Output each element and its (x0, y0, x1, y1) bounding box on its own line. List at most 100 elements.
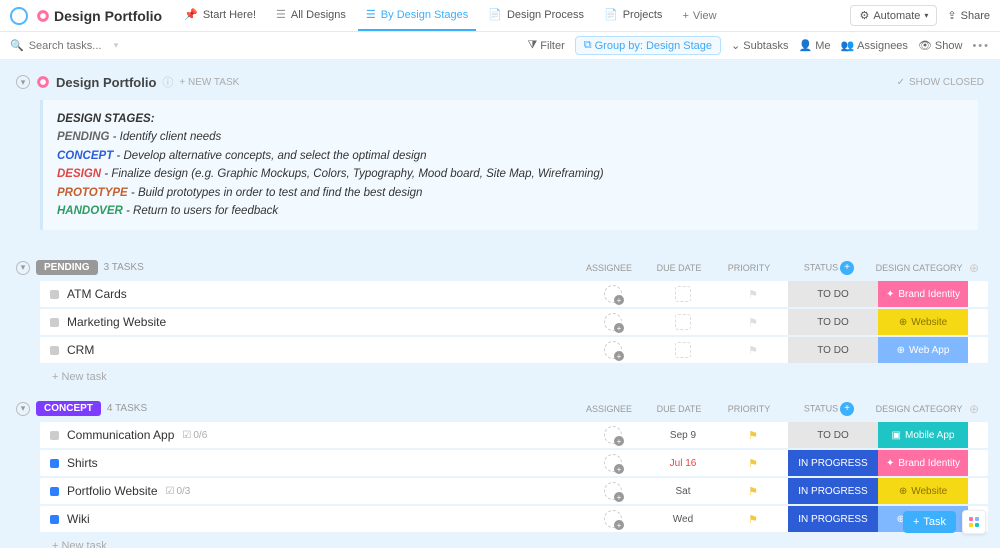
chevron-down-icon[interactable]: ▾ (114, 40, 119, 51)
task-name[interactable]: CRM (67, 343, 94, 357)
assignee-cell[interactable] (578, 478, 648, 504)
add-task-button[interactable]: + New task (12, 534, 988, 548)
collapse-toggle[interactable]: ▾ (16, 402, 30, 416)
due-date-text[interactable]: Sat (675, 486, 690, 497)
due-date-empty[interactable] (675, 286, 691, 302)
priority-flag-icon[interactable]: ⚑ (748, 344, 758, 357)
assignee-cell[interactable] (578, 506, 648, 532)
task-row[interactable]: CRM ⚑ TO DO ⊕Web App (40, 337, 988, 363)
group-by-button[interactable]: ⧉Group by: Design Stage (575, 36, 721, 55)
task-name[interactable]: Communication App (67, 428, 174, 442)
category-cell[interactable]: ✦Brand Identity (878, 281, 968, 307)
collapse-toggle[interactable]: ▾ (16, 261, 30, 275)
priority-flag-icon[interactable]: ⚑ (748, 513, 758, 526)
due-date-empty[interactable] (675, 342, 691, 358)
add-status-icon[interactable]: + (840, 261, 854, 275)
category-cell[interactable]: ⊕Web App (878, 337, 968, 363)
add-assignee-icon[interactable] (604, 482, 622, 500)
status-square-icon[interactable] (50, 318, 59, 327)
status-cell[interactable]: TO DO (788, 422, 878, 448)
assignee-cell[interactable] (578, 309, 648, 335)
priority-flag-icon[interactable]: ⚑ (748, 485, 758, 498)
status-cell[interactable]: TO DO (788, 281, 878, 307)
status-square-icon[interactable] (50, 487, 59, 496)
category-cell[interactable]: ▣Mobile App (878, 422, 968, 448)
create-task-fab[interactable]: +Task (903, 511, 956, 533)
show-button[interactable]: 👁Show (918, 39, 963, 52)
new-task-header-button[interactable]: + NEW TASK (179, 77, 239, 88)
assignees-button[interactable]: 👥Assignees (840, 39, 907, 52)
due-date-text[interactable]: Jul 16 (670, 458, 697, 469)
add-assignee-icon[interactable] (604, 313, 622, 331)
status-cell[interactable]: TO DO (788, 337, 878, 363)
status-square-icon[interactable] (50, 459, 59, 468)
priority-cell[interactable]: ⚑ (718, 506, 788, 532)
add-assignee-icon[interactable] (604, 341, 622, 359)
due-date-cell[interactable] (648, 337, 718, 363)
priority-flag-icon[interactable]: ⚑ (748, 288, 758, 301)
category-cell[interactable]: ⊕Website (878, 309, 968, 335)
add-column-button[interactable]: ⊕ (964, 402, 984, 416)
me-filter-button[interactable]: 👤Me (798, 39, 830, 52)
tab-start-here[interactable]: 📌Start Here! (176, 0, 264, 31)
apps-grid-button[interactable] (962, 510, 986, 534)
task-row[interactable]: Wiki Wed ⚑ IN PROGRESS ⊕Web App (40, 506, 988, 532)
priority-cell[interactable]: ⚑ (718, 450, 788, 476)
status-cell[interactable]: IN PROGRESS (788, 506, 878, 532)
search-input[interactable] (29, 40, 109, 52)
collapse-toggle[interactable]: ▾ (16, 75, 30, 89)
tab-design-process[interactable]: 📄Design Process (480, 0, 592, 31)
more-menu-button[interactable]: ••• (972, 40, 990, 52)
priority-flag-icon[interactable]: ⚑ (748, 457, 758, 470)
add-assignee-icon[interactable] (604, 426, 622, 444)
category-cell[interactable]: ✦Brand Identity (878, 450, 968, 476)
status-square-icon[interactable] (50, 346, 59, 355)
show-closed-button[interactable]: ✓SHOW CLOSED (897, 77, 984, 88)
automate-button[interactable]: ⚙Automate▾ (850, 5, 937, 26)
task-row[interactable]: Communication App ☑0/6 Sep 9 ⚑ TO DO ▣Mo… (40, 422, 988, 448)
due-date-cell[interactable]: Sep 9 (648, 422, 718, 448)
add-assignee-icon[interactable] (604, 510, 622, 528)
assignee-cell[interactable] (578, 281, 648, 307)
category-cell[interactable]: ⊕Website (878, 478, 968, 504)
priority-cell[interactable]: ⚑ (718, 337, 788, 363)
add-view-button[interactable]: +View (674, 0, 724, 31)
priority-cell[interactable]: ⚑ (718, 281, 788, 307)
task-name[interactable]: Shirts (67, 456, 98, 470)
task-name[interactable]: Portfolio Website (67, 484, 158, 498)
due-date-text[interactable]: Wed (673, 514, 693, 525)
due-date-cell[interactable] (648, 309, 718, 335)
assignee-cell[interactable] (578, 422, 648, 448)
filter-button[interactable]: ⧩Filter (527, 39, 564, 52)
status-cell[interactable]: IN PROGRESS (788, 478, 878, 504)
status-square-icon[interactable] (50, 290, 59, 299)
task-name[interactable]: ATM Cards (67, 287, 127, 301)
task-row[interactable]: Shirts Jul 16 ⚑ IN PROGRESS ✦Brand Ident… (40, 450, 988, 476)
add-assignee-icon[interactable] (604, 285, 622, 303)
due-date-cell[interactable]: Sat (648, 478, 718, 504)
tab-all-designs[interactable]: ☰All Designs (268, 0, 354, 31)
status-square-icon[interactable] (50, 431, 59, 440)
due-date-empty[interactable] (675, 314, 691, 330)
priority-flag-icon[interactable]: ⚑ (748, 316, 758, 329)
add-status-icon[interactable]: + (840, 402, 854, 416)
search-box[interactable]: 🔍 ▾ (10, 39, 140, 52)
add-column-button[interactable]: ⊕ (964, 261, 984, 275)
tab-by-design-stages[interactable]: ☰By Design Stages (358, 0, 476, 31)
app-logo-icon[interactable] (10, 7, 28, 25)
assignee-cell[interactable] (578, 450, 648, 476)
assignee-cell[interactable] (578, 337, 648, 363)
group-status-pill[interactable]: CONCEPT (36, 401, 101, 416)
due-date-text[interactable]: Sep 9 (670, 430, 696, 441)
priority-cell[interactable]: ⚑ (718, 309, 788, 335)
task-name[interactable]: Marketing Website (67, 315, 166, 329)
task-row[interactable]: ATM Cards ⚑ TO DO ✦Brand Identity (40, 281, 988, 307)
task-row[interactable]: Marketing Website ⚑ TO DO ⊕Website (40, 309, 988, 335)
status-cell[interactable]: TO DO (788, 309, 878, 335)
due-date-cell[interactable] (648, 281, 718, 307)
due-date-cell[interactable]: Jul 16 (648, 450, 718, 476)
tab-projects[interactable]: 📄Projects (596, 0, 670, 31)
add-assignee-icon[interactable] (604, 454, 622, 472)
status-square-icon[interactable] (50, 515, 59, 524)
due-date-cell[interactable]: Wed (648, 506, 718, 532)
